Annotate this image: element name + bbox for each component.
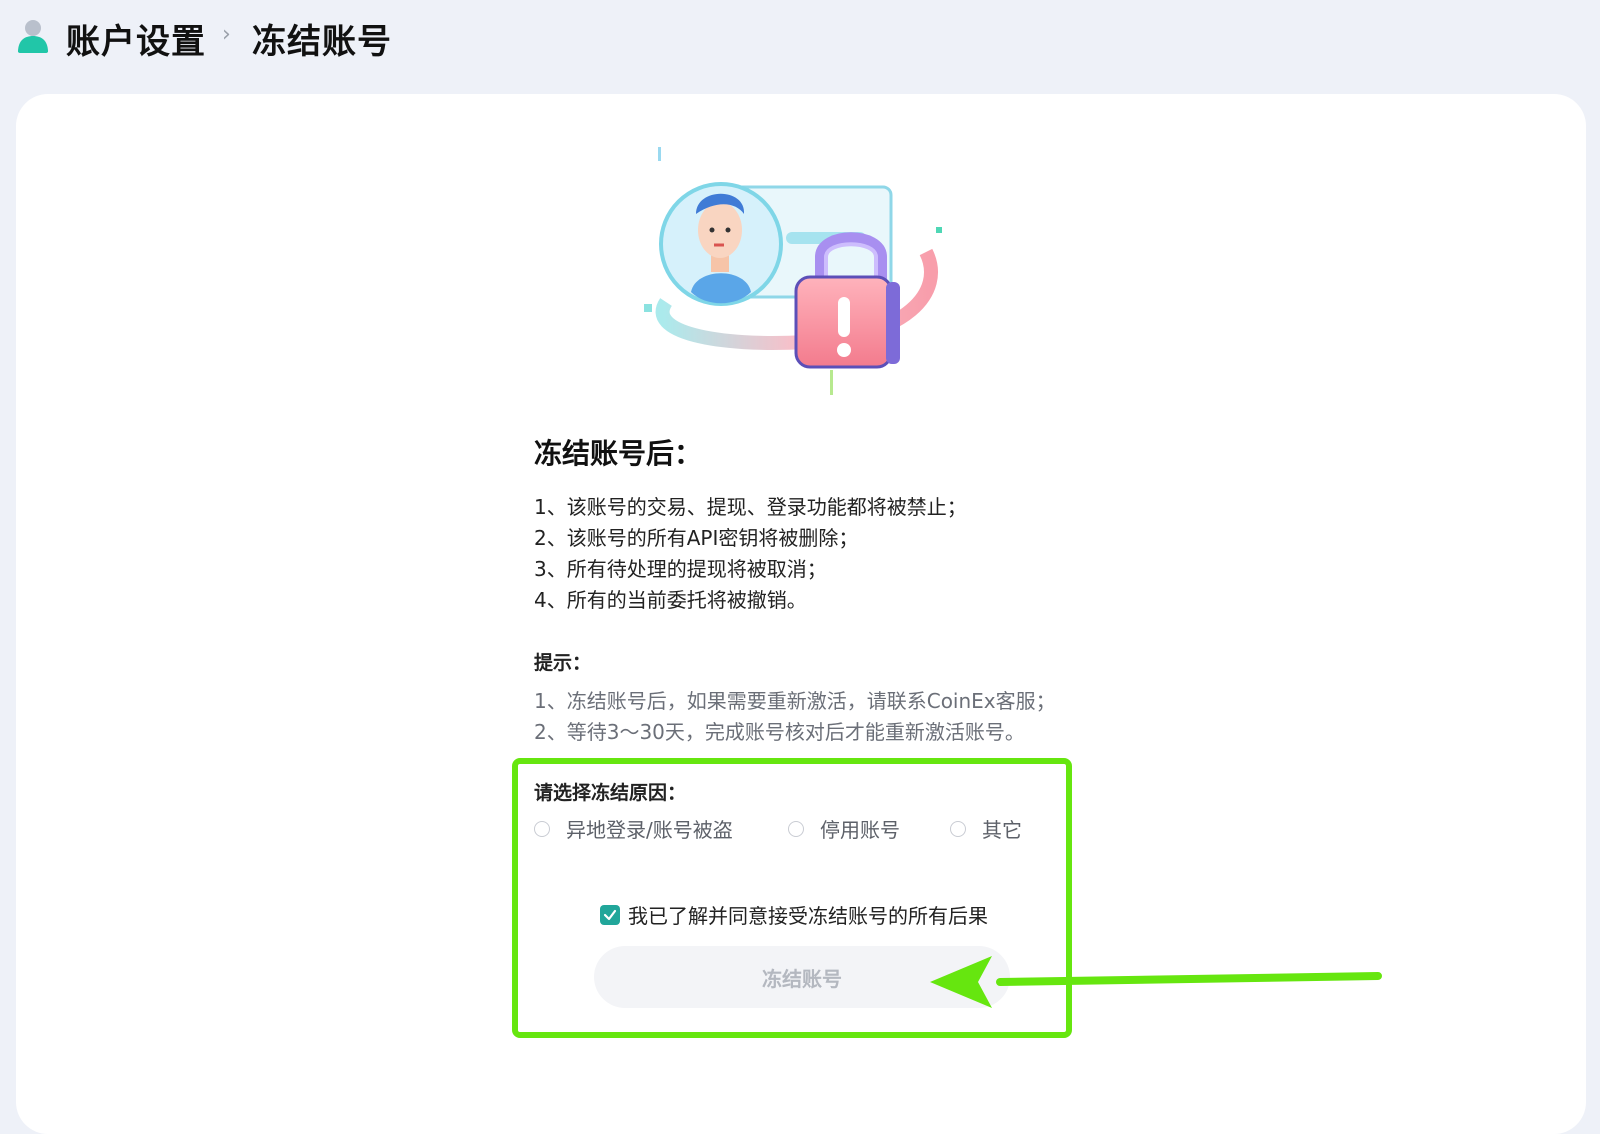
agreement-label: 我已了解并同意接受冻结账号的所有后果 [628,904,988,928]
radio-button[interactable] [788,820,804,837]
agreement-checkbox[interactable] [600,904,620,925]
breadcrumb-chevron-icon: › [222,22,231,47]
reason-option-other[interactable]: 其它 [950,814,1022,843]
tips-list: 1、冻结账号后，如果需要重新激活，请联系CoinEx客服； 2、等待3～30天，… [534,686,1056,748]
list-item: 1、冻结账号后，如果需要重新激活，请联系CoinEx客服； [534,689,1056,713]
freeze-account-button[interactable]: 冻结账号 [594,946,1010,1008]
freeze-reason-title: 请选择冻结原因： [534,782,687,804]
user-icon [18,20,48,53]
page-title: 冻结账号 [252,22,392,62]
page-header: 账户设置 › 冻结账号 [0,0,1600,80]
freeze-consequences-title: 冻结账号后： [534,437,703,470]
tips-title: 提示： [534,652,592,674]
locked-account-illustration [644,147,942,395]
list-item: 2、该账号的所有API密钥将被删除； [534,526,859,550]
reason-option-deactivate[interactable]: 停用账号 [788,814,900,843]
radio-label: 异地登录/账号被盗 [566,818,733,842]
list-item: 3、所有待处理的提现将被取消； [534,557,827,581]
list-item: 1、该账号的交易、提现、登录功能都将被禁止； [534,495,967,519]
radio-button[interactable] [534,820,550,837]
list-item: 2、等待3～30天，完成账号核对后才能重新激活账号。 [534,720,1025,744]
freeze-reason-radio-group: 异地登录/账号被盗 停用账号 其它 [534,814,1054,842]
agreement-checkbox-row[interactable]: 我已了解并同意接受冻结账号的所有后果 [600,900,988,929]
reason-option-account-stolen[interactable]: 异地登录/账号被盗 [534,814,733,843]
check-icon [603,909,617,920]
radio-label: 停用账号 [820,818,900,842]
radio-button[interactable] [950,820,966,837]
list-item: 4、所有的当前委托将被撤销。 [534,588,807,612]
freeze-consequences-list: 1、该账号的交易、提现、登录功能都将被禁止； 2、该账号的所有API密钥将被删除… [534,492,967,616]
breadcrumb-account-settings[interactable]: 账户设置 [66,14,206,63]
radio-label: 其它 [982,818,1022,842]
